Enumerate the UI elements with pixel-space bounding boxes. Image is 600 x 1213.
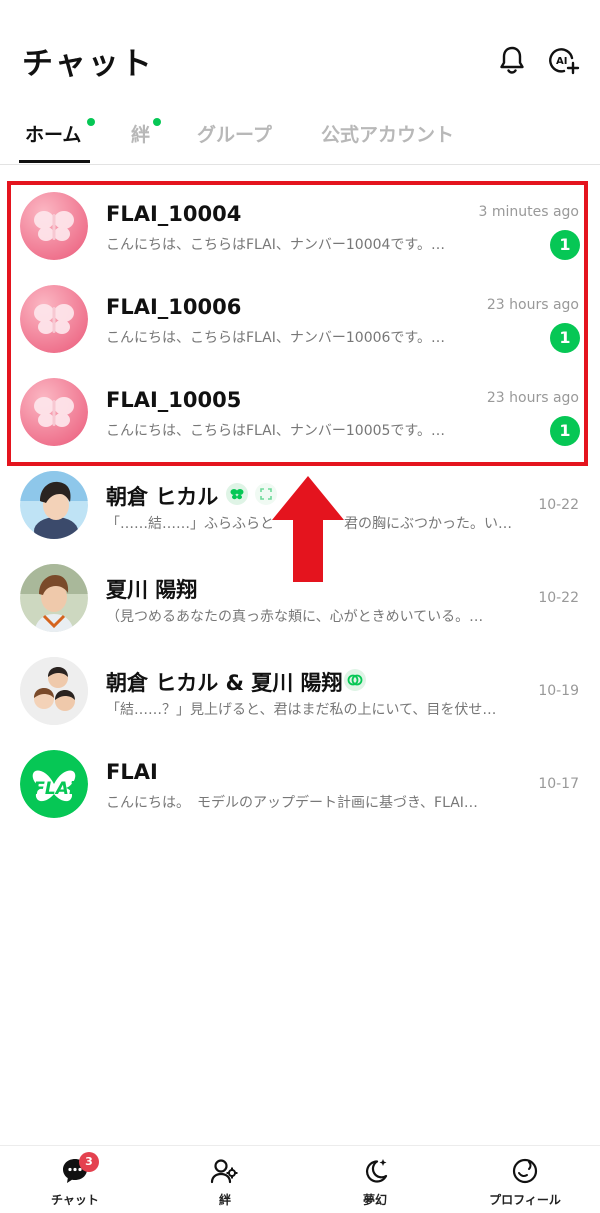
chat-name: 夏川 陽翔 xyxy=(106,578,198,602)
bottom-nav: 3 チャット 絆 夢幻 プロフィール xyxy=(0,1145,600,1213)
header: チャット AI xyxy=(0,0,600,110)
tab-official-accounts[interactable]: 公式アカウント xyxy=(321,120,454,147)
nav-chat[interactable]: 3 チャット xyxy=(0,1146,150,1213)
unread-badge: 1 xyxy=(550,416,580,446)
tab-home-dot xyxy=(87,118,95,126)
chat-time: 10-17 xyxy=(538,776,579,792)
moon-star-icon xyxy=(365,1159,388,1183)
up-arrow-annotation xyxy=(272,476,344,582)
bell-icon[interactable] xyxy=(496,44,528,76)
chat-row-group[interactable]: 朝倉 ヒカル & 夏川 陽翔 「結……？」見上げると、君はまだ私の上にいて、目を… xyxy=(0,651,600,744)
avatar-butterfly xyxy=(20,378,88,446)
chat-time: 23 hours ago xyxy=(486,390,579,406)
chat-preview: こんにちは、こちらはFLAI、ナンバー10004です。… xyxy=(106,237,446,253)
flai-logo-text: FLAi xyxy=(33,779,76,799)
chat-row-flai-official[interactable]: FLAi FLAI こんにちは。 モデルのアップデート計画に基づき、FLAI… … xyxy=(0,744,600,837)
chat-name: FLAI_10006 xyxy=(106,295,242,319)
nav-mugen[interactable]: 夢幻 xyxy=(300,1146,450,1213)
chat-preview: （見つめるあなたの真っ赤な頬に、心がときめいている。… xyxy=(106,609,484,625)
avatar-flai-logo: FLAi xyxy=(20,750,88,818)
ai-add-icon[interactable]: AI xyxy=(548,44,580,76)
nav-kizuna-label: 絆 xyxy=(218,1193,231,1207)
nav-chat-badge: 3 xyxy=(79,1152,99,1172)
tab-home[interactable]: ホーム xyxy=(25,118,95,147)
unread-badge: 1 xyxy=(550,230,580,260)
chat-preview: こんにちは、こちらはFLAI、ナンバー10006です。… xyxy=(106,330,446,346)
tab-active-indicator xyxy=(19,160,90,163)
page-title: チャット xyxy=(22,46,154,82)
tab-official-label: 公式アカウント xyxy=(321,124,455,146)
chat-time: 10-19 xyxy=(538,683,579,699)
svg-text:AI: AI xyxy=(556,56,567,67)
chat-row-flai-10004[interactable]: FLAI_10004 こんにちは、こちらはFLAI、ナンバー10004です。… … xyxy=(0,186,600,279)
chat-name: FLAI xyxy=(106,760,158,784)
tab-kizuna-dot xyxy=(153,118,161,126)
tab-group[interactable]: グループ xyxy=(197,120,272,147)
unread-badge: 1 xyxy=(550,323,580,353)
users-icon xyxy=(210,1159,238,1184)
nav-kizuna[interactable]: 絆 xyxy=(150,1146,300,1213)
chat-name: 朝倉 ヒカル & 夏川 陽翔 xyxy=(106,671,343,695)
chat-time: 10-22 xyxy=(538,497,579,513)
nav-chat-label: チャット xyxy=(51,1193,99,1207)
tab-home-label: ホーム xyxy=(25,124,82,146)
avatar-anime-boy xyxy=(20,564,88,632)
profile-icon xyxy=(512,1158,538,1184)
tab-kizuna-label: 絆 xyxy=(131,124,151,146)
chat-name: FLAI_10004 xyxy=(106,202,242,226)
tab-group-label: グループ xyxy=(197,124,272,146)
nav-profile[interactable]: プロフィール xyxy=(450,1146,600,1213)
avatar-butterfly xyxy=(20,192,88,260)
chat-preview: こんにちは。 モデルのアップデート計画に基づき、FLAI… xyxy=(106,795,478,811)
chat-row-flai-10005[interactable]: FLAI_10005 こんにちは、こちらはFLAI、ナンバー10005です。… … xyxy=(0,372,600,465)
chat-time: 3 minutes ago xyxy=(478,204,579,220)
tab-kizuna[interactable]: 絆 xyxy=(131,118,161,147)
chat-name: FLAI_10005 xyxy=(106,388,242,412)
nav-profile-label: プロフィール xyxy=(489,1193,561,1207)
avatar-anime-boy xyxy=(20,471,88,539)
avatar-group xyxy=(20,657,88,725)
chat-time: 10-22 xyxy=(538,590,579,606)
chat-name: 朝倉 ヒカル xyxy=(106,485,219,509)
nav-mugen-label: 夢幻 xyxy=(362,1193,387,1207)
chat-preview: 「結……？」見上げると、君はまだ私の上にいて、目を伏せ… xyxy=(106,702,497,718)
avatar-butterfly xyxy=(20,285,88,353)
group-chat-tag-icon xyxy=(344,669,366,691)
butterfly-tag-icon xyxy=(226,483,248,505)
chat-row-flai-10006[interactable]: FLAI_10006 こんにちは、こちらはFLAI、ナンバー10006です。… … xyxy=(0,279,600,372)
chat-preview: こんにちは、こちらはFLAI、ナンバー10005です。… xyxy=(106,423,446,439)
chat-time: 23 hours ago xyxy=(486,297,579,313)
tab-bar: ホーム 絆 グループ 公式アカウント xyxy=(0,110,600,165)
